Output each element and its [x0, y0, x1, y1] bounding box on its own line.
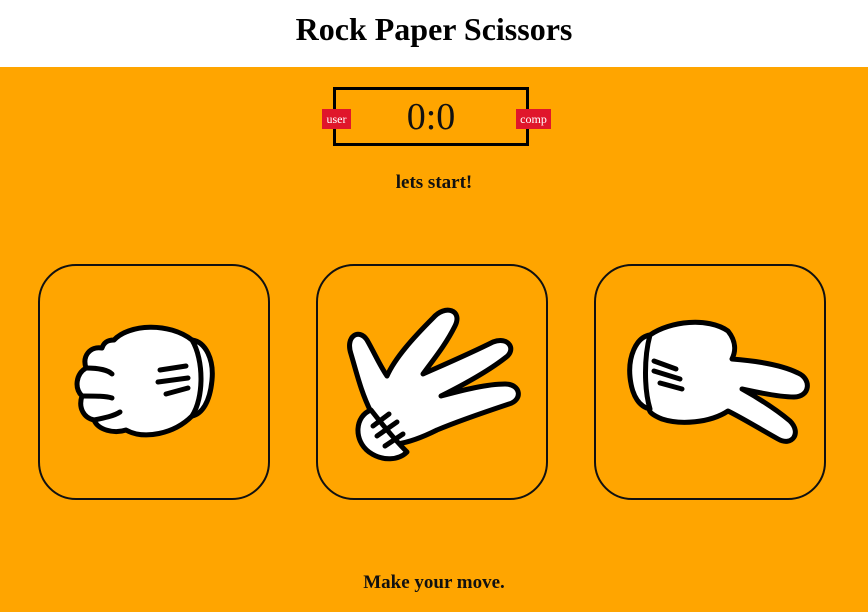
scoreboard: 0:0 — [333, 87, 529, 146]
paper-button[interactable] — [316, 264, 548, 500]
rock-hand-icon — [74, 324, 215, 438]
rock-button[interactable] — [38, 264, 270, 500]
scissors-button[interactable] — [594, 264, 826, 500]
comp-score-label: comp — [516, 109, 551, 129]
user-score-label: user — [322, 109, 351, 129]
header-bar: Rock Paper Scissors — [0, 0, 868, 67]
paper-hand-icon — [347, 307, 521, 462]
score-display: 0:0 — [406, 95, 456, 138]
result-text: lets start! — [395, 172, 473, 193]
page-title: Rock Paper Scissors — [295, 11, 573, 47]
instruction-text: Make your move. — [363, 572, 505, 593]
scissors-hand-icon — [627, 319, 810, 444]
